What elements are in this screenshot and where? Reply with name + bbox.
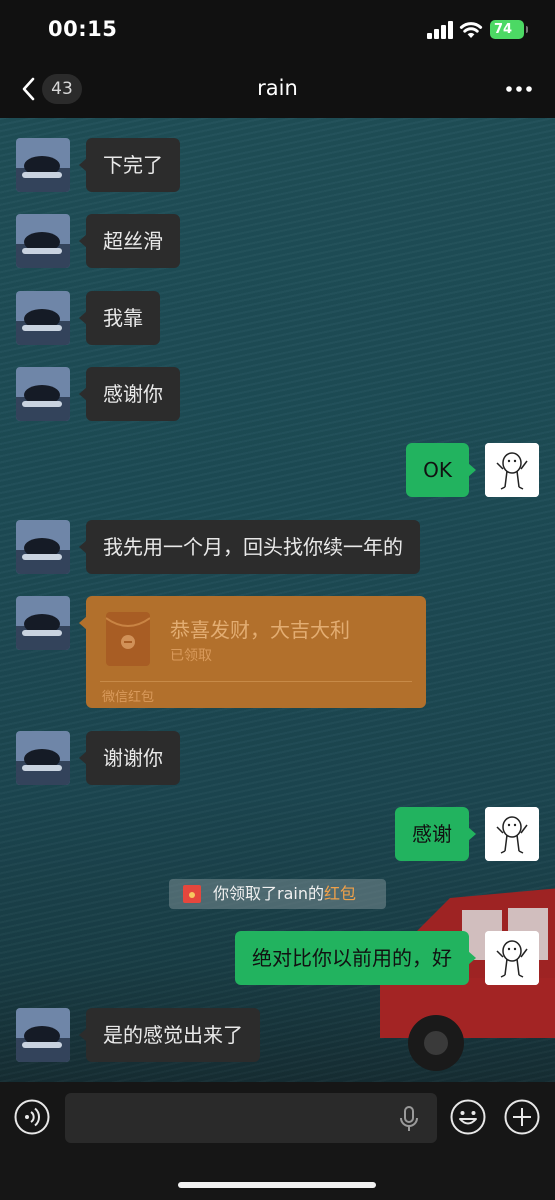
status-time: 00:15 — [48, 17, 118, 41]
message-bubble-sent[interactable]: OK — [406, 443, 476, 497]
contact-avatar[interactable] — [16, 291, 70, 345]
contact-avatar[interactable] — [16, 596, 70, 650]
contact-avatar[interactable] — [16, 367, 70, 421]
message-bubble[interactable]: 下完了 — [79, 138, 180, 192]
mic-icon[interactable] — [399, 1106, 419, 1132]
cellular-signal-icon — [427, 21, 453, 39]
plus-icon[interactable] — [504, 1099, 540, 1135]
notice-text: 你领取了rain的 — [213, 884, 324, 903]
my-avatar[interactable] — [485, 443, 539, 497]
my-avatar[interactable] — [485, 807, 539, 861]
chat-messages[interactable]: 下完了 超丝滑 我靠 感谢你 OK 我先用一个月，回头找你续一年的 恭喜发财，大… — [0, 118, 555, 1082]
status-bar: 00:15 74 — [0, 0, 555, 62]
message-input[interactable] — [65, 1093, 437, 1143]
message-bubble[interactable]: 我先用一个月，回头找你续一年的 — [79, 520, 420, 574]
message-bubble[interactable]: 感谢你 — [79, 367, 180, 421]
battery-indicator: 74 — [490, 20, 528, 39]
red-packet-icon — [183, 885, 201, 903]
input-bar — [0, 1082, 555, 1200]
red-packet-footer: 微信红包 — [102, 690, 155, 705]
voice-icon[interactable] — [14, 1099, 50, 1135]
message-bubble[interactable]: 超丝滑 — [79, 214, 180, 268]
my-avatar[interactable] — [485, 931, 539, 985]
red-packet-link[interactable]: 红包 — [324, 884, 356, 903]
home-indicator — [178, 1182, 376, 1188]
contact-avatar[interactable] — [16, 1008, 70, 1062]
chat-header: 43 rain — [0, 62, 555, 118]
message-bubble[interactable]: 是的感觉出来了 — [79, 1008, 260, 1062]
red-packet-status: 已领取 — [170, 648, 212, 664]
contact-avatar[interactable] — [16, 520, 70, 574]
chat-screen: 00:15 74 43 rain 下完了 超丝滑 我靠 感谢你 OK 我先用一个… — [0, 0, 555, 1200]
red-packet-claimed-notice: 你领取了rain的红包 — [169, 879, 386, 909]
message-bubble[interactable]: 谢谢你 — [79, 731, 180, 785]
message-bubble-sent[interactable]: 感谢 — [395, 807, 476, 861]
divider — [100, 681, 412, 682]
message-bubble-sent[interactable]: 绝对比你以前用的，好 — [235, 931, 476, 985]
chat-title: rain — [257, 76, 298, 100]
red-packet-card[interactable]: 恭喜发财，大吉大利 已领取 微信红包 — [79, 596, 426, 708]
emoji-icon[interactable] — [450, 1099, 486, 1135]
contact-avatar[interactable] — [16, 731, 70, 785]
more-icon[interactable] — [504, 76, 534, 102]
message-bubble[interactable]: 我靠 — [79, 291, 160, 345]
contact-avatar[interactable] — [16, 138, 70, 192]
contact-avatar[interactable] — [16, 214, 70, 268]
red-packet-icon — [106, 612, 150, 666]
red-packet-title: 恭喜发财，大吉大利 — [170, 618, 350, 642]
wifi-icon — [459, 22, 483, 38]
